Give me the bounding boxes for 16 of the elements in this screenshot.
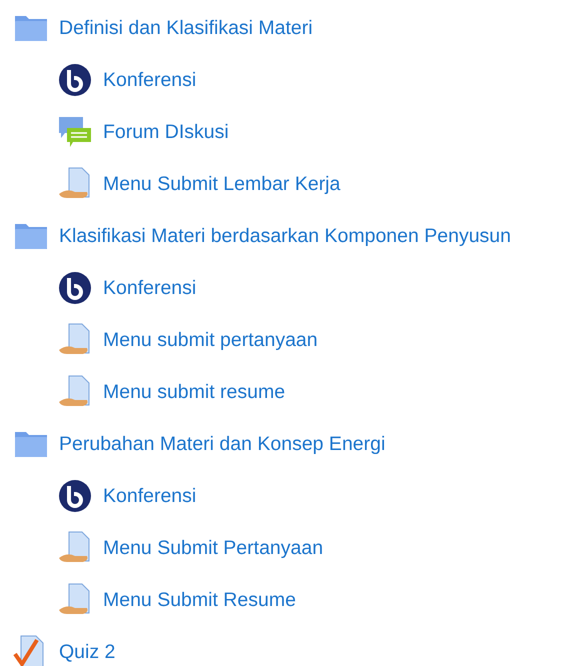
activity-link[interactable]: Menu Submit Lembar Kerja bbox=[103, 172, 340, 196]
activity-link[interactable]: Menu Submit Pertanyaan bbox=[103, 536, 324, 560]
folder-link[interactable]: Definisi dan Klasifikasi Materi bbox=[59, 16, 313, 40]
folder-link[interactable]: Perubahan Materi dan Konsep Energi bbox=[59, 432, 386, 456]
activity-link[interactable]: Konferensi bbox=[103, 484, 196, 508]
conference-icon bbox=[57, 270, 93, 306]
activity-link[interactable]: Forum DIskusi bbox=[103, 120, 229, 144]
activity-link[interactable]: Menu submit pertanyaan bbox=[103, 328, 318, 352]
activity-link[interactable]: Quiz 2 bbox=[59, 640, 116, 664]
activity-link[interactable]: Menu submit resume bbox=[103, 380, 286, 404]
conference-icon bbox=[57, 478, 93, 514]
activity-link[interactable]: Konferensi bbox=[103, 276, 196, 300]
activity-link[interactable]: Konferensi bbox=[103, 68, 196, 92]
conference-icon bbox=[57, 62, 93, 98]
folder-link[interactable]: Klasifikasi Materi berdasarkan Komponen Penyusun bbox=[59, 224, 511, 248]
activity-link[interactable]: Menu Submit Resume bbox=[103, 588, 296, 612]
